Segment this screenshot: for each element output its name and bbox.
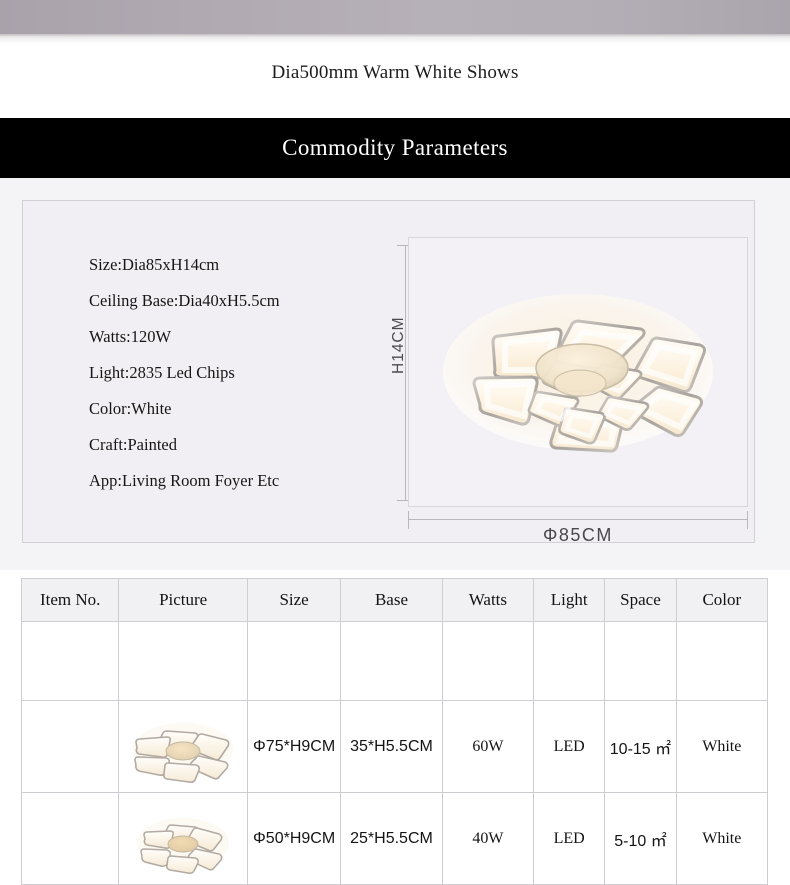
cell-color: White [675, 792, 769, 885]
header-spacer-cell [604, 621, 677, 701]
cell-watts: 60W [441, 700, 535, 793]
top-gradient-band [0, 0, 790, 34]
parameters-inner-box: Size:Dia85xH14cm Ceiling Base:Dia40xH5.5… [22, 200, 755, 545]
cell-item-no [20, 700, 120, 793]
top-band-shadow [0, 34, 790, 44]
header-spacer-cell [533, 621, 606, 701]
header-spacer-cell [441, 621, 535, 701]
spec-item-light: Light:2835 Led Chips [89, 363, 235, 382]
dimension-width-line [408, 519, 748, 520]
header-spacer-cell [246, 621, 342, 701]
column-header-base: Base [340, 578, 443, 622]
cell-item-no [20, 792, 120, 885]
table-header: Item No. Picture Size Base Watts Light S… [20, 578, 769, 701]
cell-size: Φ75*H9CM [246, 700, 342, 793]
dimension-width-label: Φ85CM [543, 525, 613, 545]
lamp-thumbnail-icon [123, 707, 243, 787]
page-headline: Dia500mm Warm White Shows [271, 62, 519, 83]
cell-watts: 40W [441, 792, 535, 885]
spec-item-craft: Craft:Painted [89, 435, 177, 454]
specification-list: Size:Dia85xH14cm Ceiling Base:Dia40xH5.5… [89, 247, 389, 499]
lamp-thumbnail-icon [123, 799, 243, 879]
cell-space: 5-10 ㎡ [604, 792, 677, 885]
column-header-watts: Watts [441, 578, 535, 622]
led-ceiling-lamp-image [408, 237, 748, 507]
header-spacer-cell [20, 621, 120, 701]
table-header-spacer-row [20, 621, 769, 701]
dimension-height-label: H14CM [390, 316, 407, 374]
spec-item-size: Size:Dia85xH14cm [89, 255, 220, 274]
cell-picture [118, 700, 248, 793]
column-header-space: Space [604, 578, 677, 622]
table-row: Φ75*H9CM 35*H5.5CM 60W LED 10-15 ㎡ White [20, 700, 769, 793]
dimension-width-indicator: Φ85CM [408, 511, 748, 557]
cell-color: White [675, 700, 769, 793]
header-spacer-cell [118, 621, 248, 701]
product-image-area [408, 237, 748, 507]
specification-table: Item No. Picture Size Base Watts Light S… [20, 578, 769, 885]
commodity-parameters-panel: Size:Dia85xH14cm Ceiling Base:Dia40xH5.5… [0, 178, 790, 570]
section-banner-title: Commodity Parameters [282, 135, 508, 160]
cell-light: LED [533, 792, 606, 885]
spec-item-color: Color:White [89, 399, 172, 418]
cell-light: LED [533, 700, 606, 793]
column-header-item-no: Item No. [20, 578, 120, 622]
spec-item-watts: Watts:120W [89, 327, 172, 346]
cell-base: 25*H5.5CM [340, 792, 443, 885]
cell-space: 10-15 ㎡ [604, 700, 677, 793]
header-spacer-cell [340, 621, 443, 701]
column-header-light: Light [533, 578, 606, 622]
table-header-row: Item No. Picture Size Base Watts Light S… [20, 578, 769, 622]
section-banner: Commodity Parameters [0, 118, 790, 178]
cell-picture [118, 792, 248, 885]
cell-base: 35*H5.5CM [340, 700, 443, 793]
cell-size: Φ50*H9CM [246, 792, 342, 885]
column-header-color: Color [675, 578, 769, 622]
column-header-size: Size [246, 578, 342, 622]
spec-item-app: App:Living Room Foyer Etc [89, 471, 280, 490]
table-body: Φ75*H9CM 35*H5.5CM 60W LED 10-15 ㎡ White [20, 700, 769, 885]
column-header-picture: Picture [118, 578, 248, 622]
spec-item-ceiling-base: Ceiling Base:Dia40xH5.5cm [89, 291, 280, 310]
header-spacer-cell [675, 621, 769, 701]
table-row: Φ50*H9CM 25*H5.5CM 40W LED 5-10 ㎡ White [20, 792, 769, 885]
